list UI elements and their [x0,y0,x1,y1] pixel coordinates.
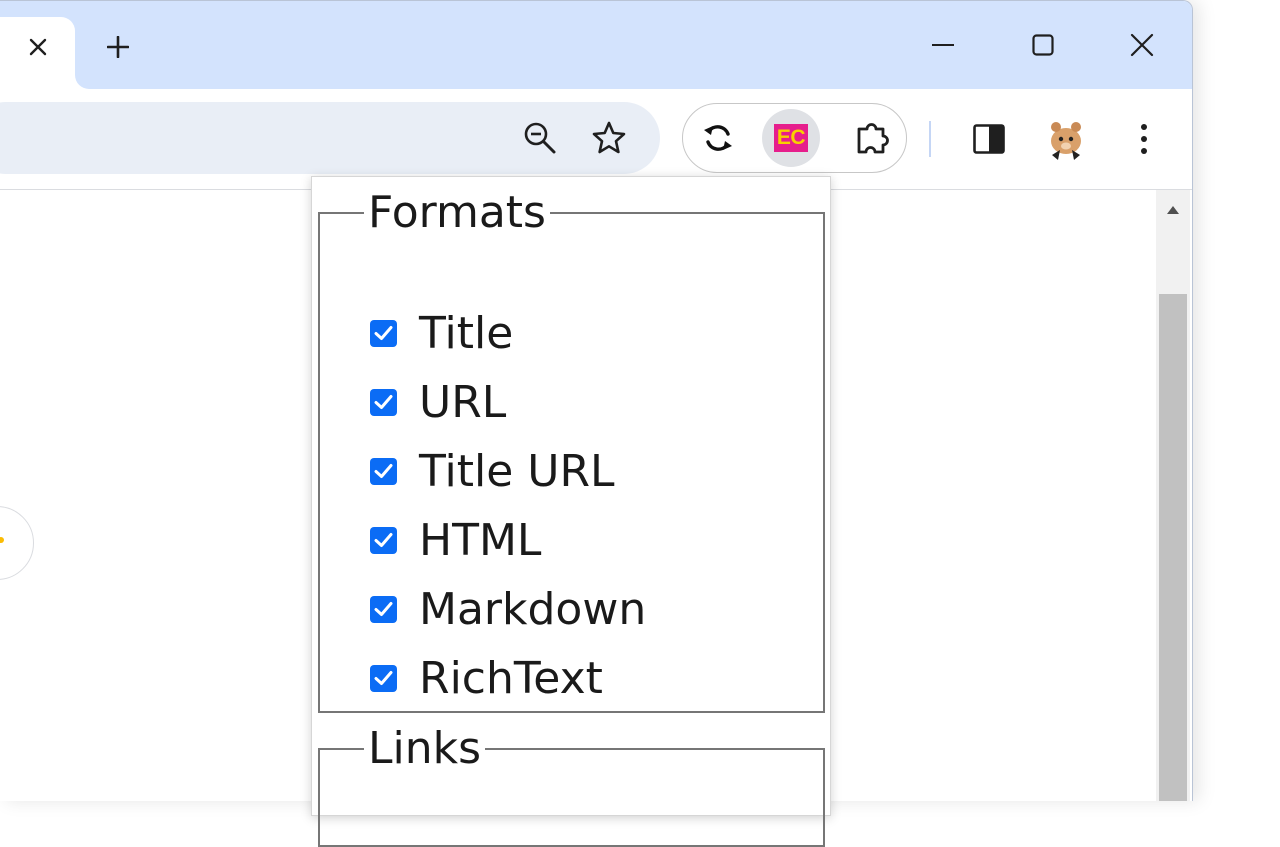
ec-logo-text: EC [776,126,806,149]
bookmark-star-button[interactable] [587,116,631,160]
sync-extension-button[interactable] [689,109,747,167]
close-icon [1130,33,1154,57]
formats-fieldset: Formats Title URL Title URL HTML Markdow… [318,191,825,713]
checkmark-icon [374,326,393,340]
checkbox-url[interactable] [370,388,397,416]
side-panel-button[interactable] [966,116,1012,162]
option-title-url[interactable]: Title URL [370,443,615,499]
kebab-menu-icon [1141,124,1147,154]
checkbox-title[interactable] [370,319,397,347]
option-label: Title [419,307,514,359]
extensions-group: EC [682,103,907,173]
checkbox-html[interactable] [370,526,397,554]
minimize-icon [932,44,954,46]
zoom-out-icon [524,122,556,154]
avatar [1045,118,1087,160]
checkbox-markdown[interactable] [370,595,397,623]
window-close-button[interactable] [1120,23,1164,67]
checkmark-icon [374,533,393,547]
scroll-thumb[interactable] [1159,294,1187,801]
option-richtext[interactable]: RichText [370,650,603,706]
tab-close-icon[interactable] [22,31,54,63]
option-label: RichText [419,652,603,704]
checkmark-icon [374,395,393,409]
option-label: URL [419,376,507,428]
toolbar-divider [929,121,931,157]
extensions-menu-button[interactable] [843,109,901,167]
browser-menu-button[interactable] [1121,116,1167,162]
new-tab-button[interactable] [101,30,135,64]
option-label: Markdown [419,583,647,635]
plus-icon [107,36,129,58]
extension-popup: Formats Title URL Title URL HTML Markdow… [311,176,831,847]
option-html[interactable]: HTML [370,512,541,568]
triangle-up-icon [1167,206,1179,214]
links-legend: Links [368,723,482,774]
tab-corner [75,73,91,89]
option-title[interactable]: Title [370,305,513,361]
zoom-out-button[interactable] [518,116,562,160]
option-url[interactable]: URL [370,374,506,430]
page-scrollbar[interactable] [1156,190,1190,801]
ec-extension-button[interactable]: EC [762,109,820,167]
ec-logo: EC [774,124,808,152]
minimize-button[interactable] [921,23,965,67]
sync-icon [704,125,732,151]
formats-legend: Formats [368,187,546,238]
active-tab[interactable] [0,17,75,89]
browser-toolbar: EC [0,89,1192,190]
option-label: Title URL [419,445,615,497]
star-icon [592,121,626,154]
maximize-button[interactable] [1021,23,1065,67]
checkmark-icon [374,464,393,478]
checkbox-richtext[interactable] [370,664,397,692]
puzzle-icon [857,123,889,154]
option-label: HTML [419,514,542,566]
address-bar[interactable] [0,102,660,174]
option-markdown[interactable]: Markdown [370,581,646,637]
checkbox-title-url[interactable] [370,457,397,485]
side-panel-icon [973,124,1005,154]
maximize-icon [1032,34,1054,56]
profile-avatar-button[interactable] [1043,116,1089,162]
links-fieldset: Links [318,727,825,847]
checkmark-icon [374,671,393,685]
tab-strip [0,1,1192,89]
checkmark-icon [374,602,393,616]
scroll-up-arrow[interactable] [1156,190,1190,230]
